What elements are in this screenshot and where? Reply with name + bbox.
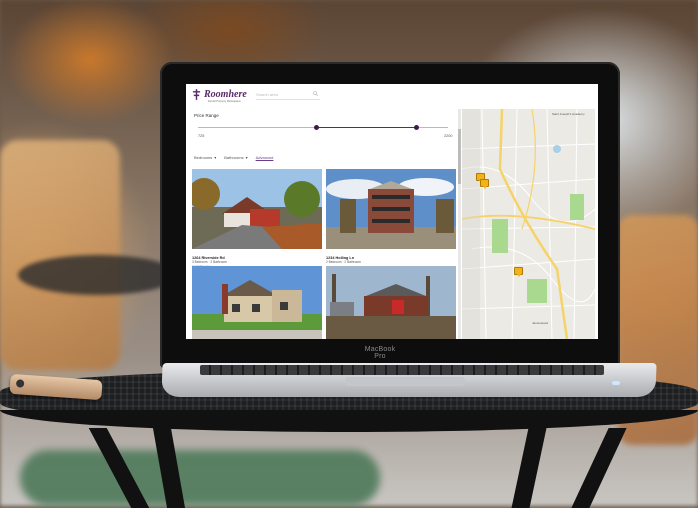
map-place-label: Saint Joseph's Academy <box>552 112 585 116</box>
power-indicator <box>612 381 620 385</box>
listing-meta: 2 Bedroom · 2 Bathroom <box>326 260 361 264</box>
background-cushion <box>20 450 380 506</box>
map-pin-icon[interactable] <box>514 267 523 277</box>
bedrooms-dropdown[interactable]: Bedrooms ▾ <box>194 155 216 160</box>
laptop-brand-label: MacBook Pro <box>364 346 396 360</box>
bathrooms-dropdown[interactable]: Bathrooms ▾ <box>224 155 247 160</box>
bedrooms-label: Bedrooms <box>194 155 213 160</box>
bathrooms-label: Bathrooms <box>224 155 244 160</box>
price-slider-range <box>316 127 416 128</box>
map-pin-icon[interactable] <box>480 179 489 189</box>
logo-mark-icon <box>192 89 201 100</box>
listing-photo[interactable] <box>326 266 456 339</box>
price-slider-max-handle[interactable] <box>414 125 419 130</box>
map-panel[interactable]: Saint Joseph's Academy Jameswood <box>462 109 595 339</box>
logo[interactable]: Roomhere <box>192 89 247 100</box>
listing-photo[interactable] <box>326 169 456 249</box>
price-slider-min-handle[interactable] <box>314 125 319 130</box>
listing-card[interactable]: 1234 Holling Ln 2 Bedroom · 2 Bathroom <box>326 169 456 264</box>
search-placeholder: Search area <box>256 92 278 97</box>
price-max-value: 2200 <box>444 134 453 138</box>
tagline: Rental Property Marketplace <box>208 100 241 103</box>
listing-scrollbar[interactable] <box>458 109 461 339</box>
chevron-down-icon: ▾ <box>214 155 217 160</box>
chevron-down-icon: ▾ <box>245 155 248 160</box>
filter-bar: Bedrooms ▾ Bathrooms ▾ Advanced <box>194 155 273 160</box>
map-place-label: Jameswood <box>532 321 549 325</box>
listing-card[interactable] <box>326 266 456 339</box>
logo-text: Roomhere <box>204 88 247 100</box>
keyboard <box>200 365 604 375</box>
price-range-label: Price Range <box>194 113 219 118</box>
trackpad <box>345 377 465 386</box>
advanced-filter-link[interactable]: Advanced <box>256 155 274 160</box>
background-stool <box>18 255 178 295</box>
laptop-screen: Roomhere Rental Property Marketplace Sea… <box>186 84 598 339</box>
listing-card[interactable] <box>192 266 322 339</box>
price-min-value: 725 <box>198 134 205 138</box>
app-header: Roomhere Rental Property Marketplace Sea… <box>186 84 598 106</box>
listing-card[interactable]: 1264 Riverside Rd 3 Bedroom · 2 Bathroom… <box>188 169 322 268</box>
listing-photo[interactable] <box>192 266 322 339</box>
listing-photo[interactable] <box>188 169 322 249</box>
search-input[interactable]: Search area <box>256 91 320 100</box>
search-icon[interactable] <box>313 91 318 96</box>
scrollbar-thumb[interactable] <box>458 129 461 184</box>
map-canvas[interactable] <box>462 109 595 339</box>
